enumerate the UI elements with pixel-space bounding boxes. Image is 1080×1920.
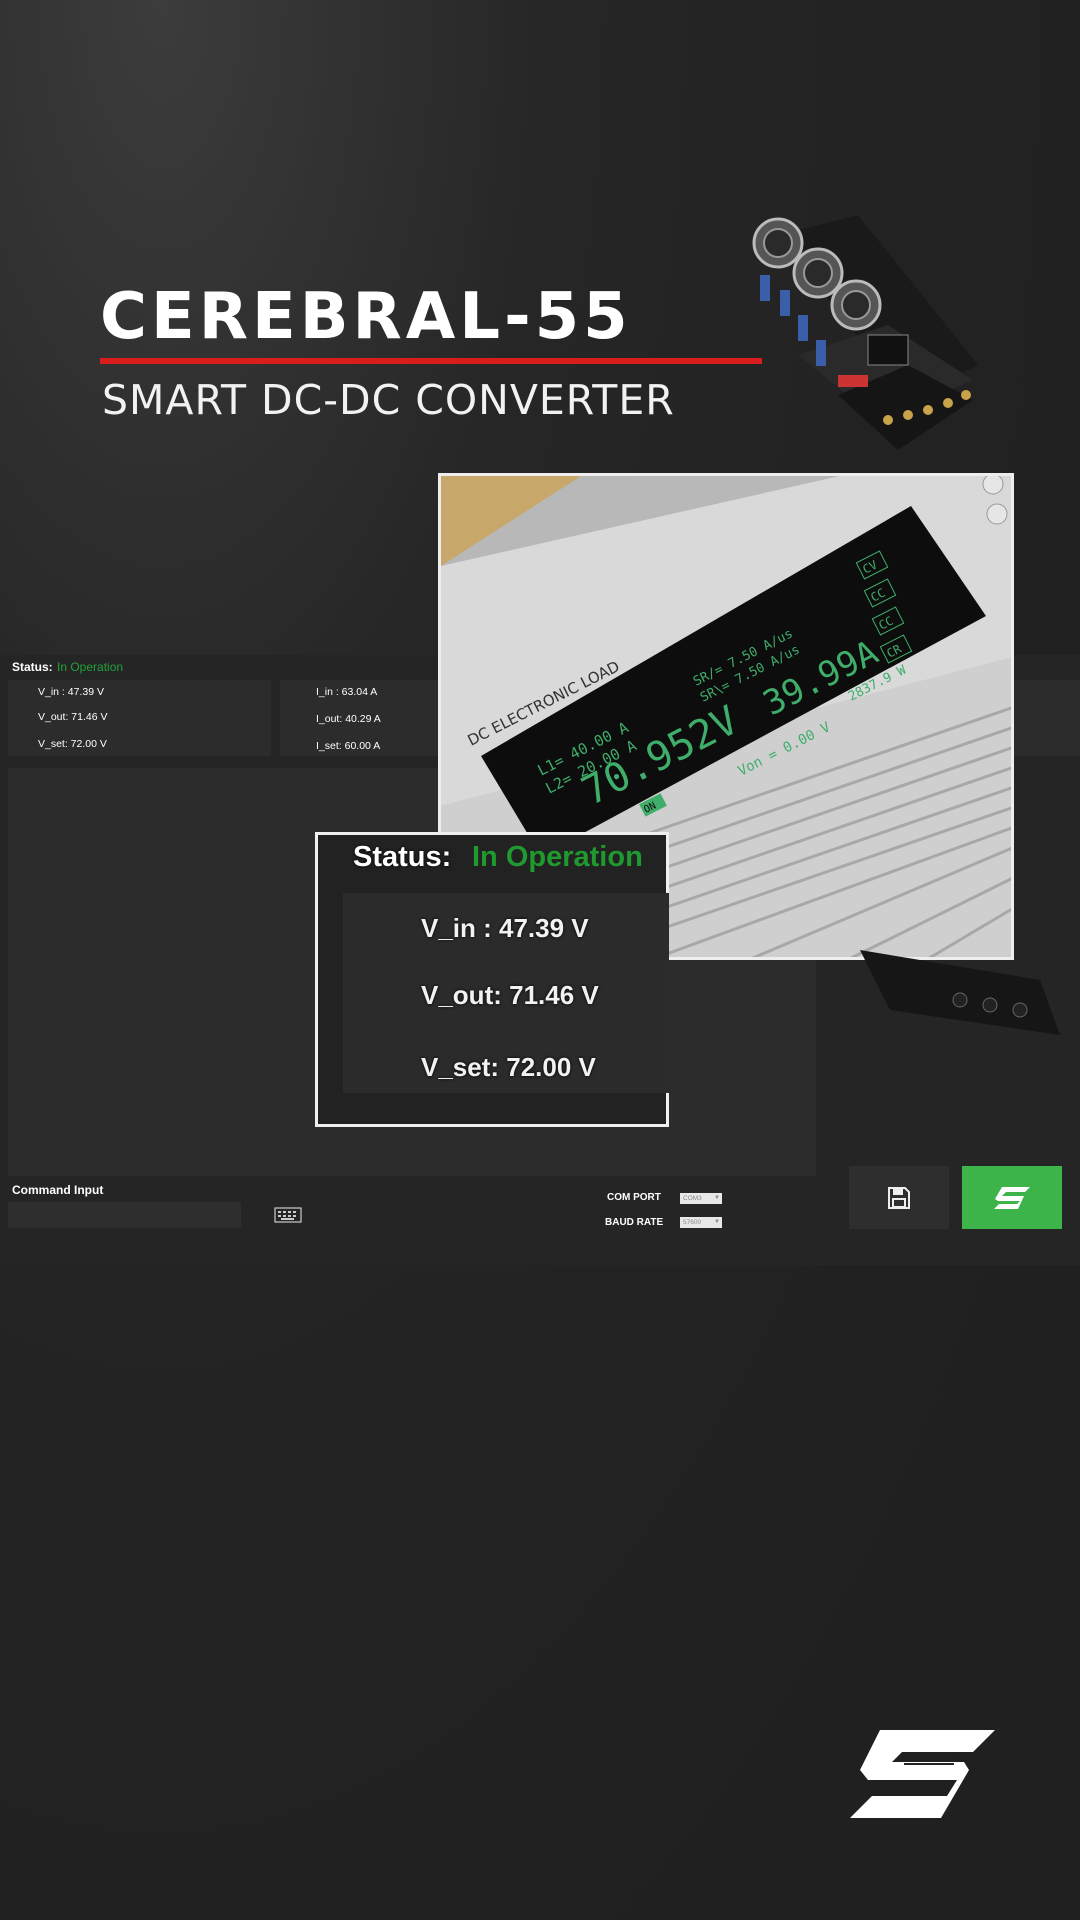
i-in-readout: I_in : 63.04 A (316, 686, 378, 698)
baud-rate-label: BAUD RATE (605, 1217, 664, 1228)
command-input-label: Command Input (12, 1183, 104, 1197)
status-label: Status: (12, 660, 53, 674)
chevron-down-icon: ▼ (714, 1219, 720, 1225)
keyboard-icon[interactable] (274, 1207, 302, 1223)
v-out-readout: V_out: 71.46 V (38, 711, 108, 723)
baud-rate-select[interactable]: 57600 ▼ (680, 1217, 722, 1228)
command-input[interactable] (8, 1202, 241, 1228)
i-set-readout: I_set: 60.00 A (316, 740, 381, 752)
converter-board-fragment (860, 950, 1060, 1035)
connect-button[interactable] (962, 1166, 1062, 1229)
zoom-v-set: V_set: 72.00 V (421, 1052, 596, 1082)
product-subtitle: SMART DC-DC CONVERTER (102, 376, 675, 424)
brand-logo (850, 1730, 995, 1818)
brand-s-icon (994, 1186, 1030, 1209)
v-set-readout: V_set: 72.00 V (38, 738, 107, 750)
v-in-readout: V_in : 47.39 V (38, 686, 104, 698)
zoom-status-label: Status: (353, 841, 452, 873)
converter-board-image (752, 215, 978, 450)
com-port-select[interactable]: COM3 ▼ (680, 1193, 722, 1204)
voltage-card: V_in : 47.39 V V_out: 71.46 V V_set: 72.… (8, 680, 271, 756)
i-out-readout: I_out: 40.29 A (316, 713, 381, 725)
product-title: CEREBRAL-55 (100, 280, 632, 354)
zoom-v-in: V_in : 47.39 V (421, 913, 589, 943)
com-port-label: COM PORT (607, 1192, 661, 1203)
title-underline (100, 358, 762, 364)
save-button[interactable] (849, 1166, 949, 1229)
baud-rate-value: 57600 (683, 1219, 702, 1226)
zoomed-status-panel: Status: In Operation V_in : 47.39 V V_ou… (315, 832, 669, 1127)
chevron-down-icon: ▼ (714, 1195, 720, 1201)
zoom-voltage-card: V_in : 47.39 V V_out: 71.46 V V_set: 72.… (343, 893, 669, 1093)
zoom-status-value: In Operation (472, 841, 643, 873)
com-port-value: COM3 (683, 1195, 702, 1202)
floppy-disk-icon (888, 1186, 910, 1209)
current-card: I_in : 63.04 A I_out: 40.29 A I_set: 60.… (280, 680, 455, 756)
zoom-v-out: V_out: 71.46 V (421, 980, 599, 1010)
status-value: In Operation (57, 660, 124, 674)
